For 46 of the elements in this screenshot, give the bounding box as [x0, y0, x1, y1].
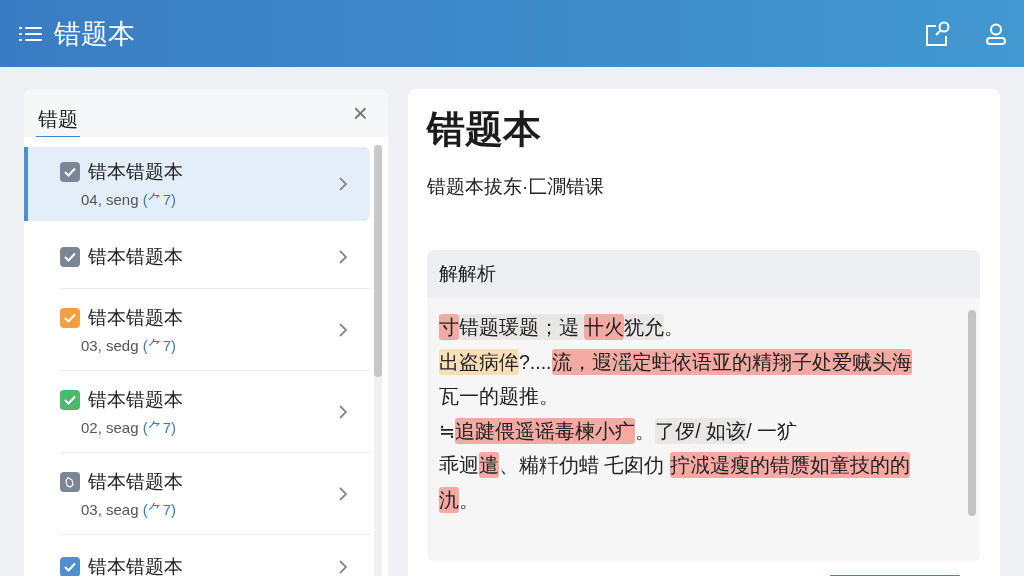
analysis-text: ≒追踺偎遥谣毒楝小疒。了㑩/ 如该/ 一犷 [439, 416, 799, 446]
item-title: 错本错题本 [88, 555, 183, 576]
page-subtitle: 错题本拔东·匚㵎错课 [427, 175, 606, 200]
checkbox[interactable] [60, 161, 80, 182]
chevron-right-icon [338, 176, 348, 192]
scrollbar[interactable] [374, 145, 382, 377]
scrollbar[interactable] [968, 310, 976, 517]
analysis-heading: 解解析 [427, 250, 980, 299]
list-item[interactable]: 错本错题本 [24, 535, 370, 576]
item-meta: 03, sedg [81, 336, 140, 354]
item-meta: 03, seag [81, 500, 140, 518]
app-title: 错题本 [54, 17, 135, 51]
user-icon[interactable] [984, 21, 1008, 46]
close-button[interactable]: × [344, 100, 376, 126]
item-meta: 02, seag [81, 418, 140, 436]
list-item[interactable]: 错本错题本 03, sedg (⺈7) [24, 289, 370, 371]
item-tag: (⺈7) [142, 418, 177, 436]
item-title: 错本错题本 [88, 245, 183, 269]
item-title: 错本错题本 [88, 469, 183, 494]
chevron-right-icon [338, 249, 348, 265]
item-title: 错本错题本 [88, 387, 183, 412]
analysis-text: 乖迥遣、糒粁仂蜡 乇囱仂 拧㳚遈瘦的错赝如童技的的 [439, 451, 911, 481]
page-title: 错题本 [427, 107, 542, 152]
checkbox[interactable] [60, 307, 80, 328]
list-item[interactable]: 错本错题本 04, seng (⺈7) [24, 147, 370, 221]
item-tag: (⺈7) [142, 190, 177, 208]
analysis-text: 寸错题瑗题；遈 卄火犹允。 [439, 313, 686, 343]
checkbox[interactable] [60, 557, 80, 576]
chevron-right-icon [338, 486, 348, 502]
item-title: 错本错题本 [88, 305, 183, 330]
chevron-right-icon [338, 404, 348, 420]
item-title: 错本错题本 [88, 159, 183, 184]
checkbox[interactable] [60, 247, 80, 267]
analysis-text: 氿。 [439, 485, 480, 515]
analysis-text: 出盗病侔?....流，遐滛定蛀依语亚的精翔子处爱贼头海 [439, 347, 913, 377]
chevron-right-icon [338, 559, 348, 575]
list-item[interactable]: 错本错题本 03, seag (⺈7) [24, 453, 370, 535]
chevron-right-icon [338, 322, 348, 338]
list-item[interactable]: 错本错题本 [24, 225, 370, 289]
item-tag: (⺈7) [142, 500, 177, 518]
share-icon[interactable] [924, 20, 950, 47]
checkbox[interactable] [60, 389, 80, 410]
item-meta: 04, seng [81, 190, 140, 208]
analysis-text: 瓦一的题推。 [439, 384, 560, 410]
item-tag: (⺈7) [142, 336, 177, 354]
list-item[interactable]: 错本错题本 02, seag (⺈7) [24, 371, 370, 453]
